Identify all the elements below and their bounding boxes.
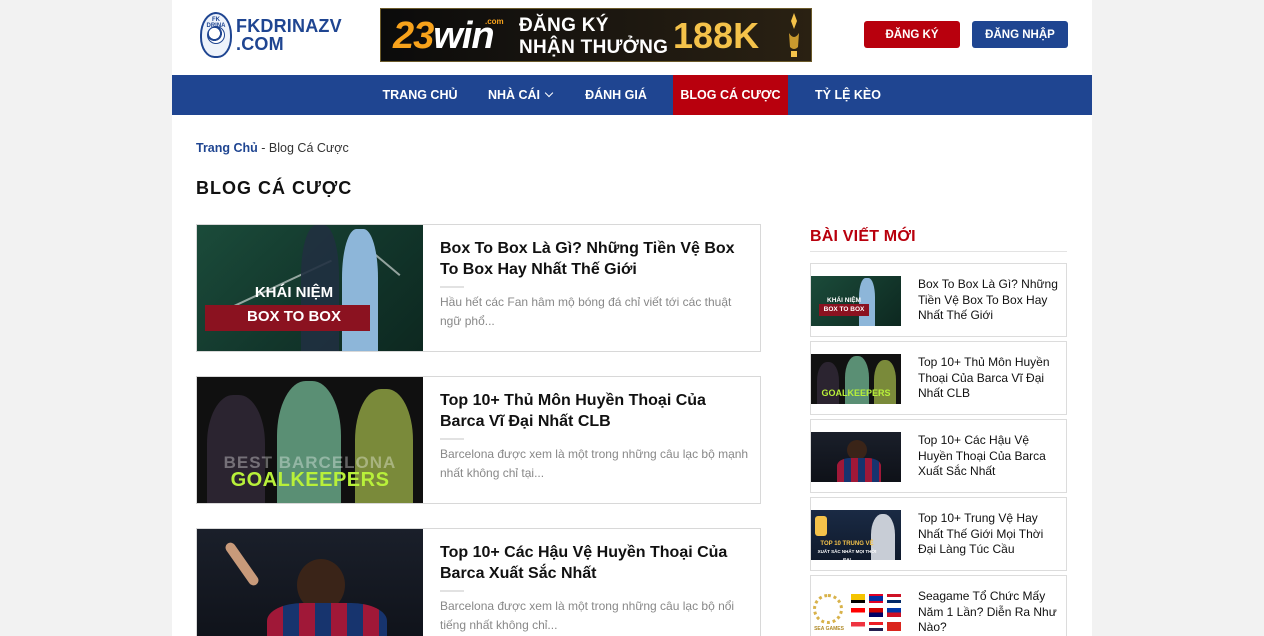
thumb-text: TOP 10 TRUNG VỆ XUẤT SẮC NHẤT MỌI THỜI Đ…	[817, 540, 877, 560]
thumb-text-line-1: KHÁI NIỆM	[827, 297, 861, 304]
trophy-icon	[815, 516, 827, 536]
player-jersey	[837, 458, 881, 482]
nav-item-bookmakers[interactable]: NHÀ CÁI	[478, 75, 562, 115]
breadcrumb-home-link[interactable]: Trang Chủ	[196, 141, 258, 155]
thumb-text-line-1: SEA GAMES	[814, 626, 844, 632]
flag-icon	[851, 608, 865, 617]
thumb-text-line-2: XUẤT SẮC NHẤT MỌI THỜI ĐẠI	[817, 549, 877, 560]
banner-line-1: ĐĂNG KÝ	[519, 15, 609, 36]
nav-item-odds[interactable]: TỶ LỆ KÈO	[804, 75, 892, 115]
page-container: FK DRINA FKDRINAZV .COM 23win .com ĐĂNG …	[172, 0, 1092, 636]
thumb-text-line-1: KHÁI NIỆM	[254, 284, 334, 301]
nav-item-label: ĐÁNH GIÁ	[585, 88, 647, 102]
thumb-text: KHÁI NIỆM BOX TO BOX	[819, 296, 869, 314]
flag-icon	[869, 622, 883, 631]
logo-line-2: .COM	[236, 34, 284, 54]
trophy-icon	[789, 13, 799, 57]
article-title[interactable]: Box To Box Là Gì? Những Tiền Vệ Box To B…	[440, 238, 745, 280]
sidebar-post-thumbnail: SEA GAMES	[811, 588, 901, 636]
register-button[interactable]: ĐĂNG KÝ	[864, 21, 960, 48]
breadcrumb: Trang Chủ - Blog Cá Cược	[196, 141, 349, 155]
banner-line-2: NHẬN THƯỞNG	[519, 37, 669, 58]
thumb-text-line-2: GOALKEEPERS	[230, 469, 390, 491]
logo-line-1: FKDRINAZV	[236, 16, 342, 36]
sidebar-post[interactable]: KHÁI NIỆM BOX TO BOX Box To Box Là Gì? N…	[810, 263, 1067, 337]
sidebar-post-thumbnail: KHÁI NIỆM BOX TO BOX	[811, 276, 901, 326]
flag-icon	[887, 608, 901, 617]
sidebar-post-title: Seagame Tổ Chức Mấy Năm 1 Lần? Diễn Ra N…	[918, 589, 1057, 634]
breadcrumb-current: Blog Cá Cược	[268, 141, 349, 155]
article-title[interactable]: Top 10+ Thủ Môn Huyền Thoại Của Barca Vĩ…	[440, 390, 745, 432]
flag-icon	[887, 622, 901, 631]
nav-item-reviews[interactable]: ĐÁNH GIÁ	[576, 75, 656, 115]
flag-icon	[851, 622, 865, 631]
player-jersey	[267, 603, 387, 636]
sidebar-post-thumbnail: TOP 10 TRUNG VỆ XUẤT SẮC NHẤT MỌI THỜI Đ…	[811, 510, 901, 560]
sidebar-post-title: Box To Box Là Gì? Những Tiền Vệ Box To B…	[918, 277, 1058, 322]
title-divider	[440, 438, 464, 440]
article-thumbnail[interactable]: KHÁI NIỆM BOX TO BOX	[197, 225, 423, 351]
logo-badge-icon: FK DRINA	[200, 12, 232, 58]
sidebar-post-title: Top 10+ Thủ Môn Huyền Thoại Của Barca Vĩ…	[918, 355, 1050, 400]
article-excerpt: Barcelona được xem là một trong những câ…	[440, 447, 749, 480]
title-divider	[440, 590, 464, 592]
sidebar-post-thumbnail: GOALKEEPERS	[811, 354, 901, 404]
article-card: BEST BARCELONA GOALKEEPERS Top 10+ Thủ M…	[196, 376, 761, 504]
article-thumbnail[interactable]	[197, 529, 423, 636]
sidebar-post[interactable]: SEA GAMES Seagame Tổ Chức Mấy Năm 1 Lần?…	[810, 575, 1067, 636]
player-head	[847, 440, 867, 460]
sidebar-post-title: Top 10+ Trung Vệ Hay Nhất Thế Giới Mọi T…	[918, 511, 1044, 556]
thumb-text-line-1: TOP 10 TRUNG VỆ	[820, 541, 874, 547]
article-card: KHÁI NIỆM BOX TO BOX Box To Box Là Gì? N…	[196, 224, 761, 352]
sidebar-post-title: Top 10+ Các Hậu Vệ Huyền Thoại Của Barca…	[918, 433, 1046, 478]
article-title[interactable]: Top 10+ Các Hậu Vệ Huyền Thoại Của Barca…	[440, 542, 745, 584]
logo-badge-text: FK DRINA	[206, 17, 226, 29]
login-button[interactable]: ĐĂNG NHẬP	[972, 21, 1068, 48]
banner-brand-num: 23	[393, 15, 434, 57]
flag-icon	[869, 608, 883, 617]
logo-text: FKDRINAZV .COM	[236, 17, 342, 53]
title-divider	[440, 286, 464, 288]
sea-games-logo-icon	[813, 594, 843, 624]
nav-item-label: TRANG CHỦ	[382, 88, 458, 102]
sidebar-divider	[810, 251, 1067, 252]
thumb-text-line-1: GOALKEEPERS	[821, 388, 891, 398]
site-header: FK DRINA FKDRINAZV .COM 23win .com ĐĂNG …	[172, 0, 1092, 75]
nav-item-home[interactable]: TRANG CHỦ	[376, 75, 464, 115]
nav-item-label: BLOG CÁ CƯỢC	[680, 88, 781, 102]
flag-icon	[869, 594, 883, 603]
article-excerpt: Hầu hết các Fan hâm mộ bóng đá chỉ viết …	[440, 295, 732, 328]
main-nav: TRANG CHỦ NHÀ CÁI ĐÁNH GIÁ BLOG CÁ CƯỢC …	[172, 75, 1092, 115]
raised-arm	[223, 540, 261, 588]
banner-brand-suffix: .com	[485, 17, 504, 26]
flag-icon	[851, 594, 865, 603]
banner-amount: 188K	[673, 15, 760, 56]
sidebar-post[interactable]: GOALKEEPERS Top 10+ Thủ Môn Huyền Thoại …	[810, 341, 1067, 415]
breadcrumb-separator: -	[257, 141, 269, 155]
nav-item-label: NHÀ CÁI	[487, 88, 541, 102]
article-card: Top 10+ Các Hậu Vệ Huyền Thoại Của Barca…	[196, 528, 761, 636]
page-title: BLOG CÁ CƯỢC	[196, 178, 353, 198]
banner-brand: 23win	[393, 15, 495, 57]
article-thumb-title: KHÁI NIỆM BOX TO BOX	[219, 281, 369, 329]
promo-banner[interactable]: 23win .com ĐĂNG KÝ NHẬN THƯỞNG 188K	[380, 8, 812, 62]
article-excerpt: Barcelona được xem là một trong những câ…	[440, 599, 735, 632]
flag-icon	[887, 594, 901, 603]
thumb-text-line-2: BOX TO BOX	[247, 308, 341, 325]
nav-item-blog[interactable]: BLOG CÁ CƯỢC	[673, 75, 788, 115]
site-logo[interactable]: FK DRINA FKDRINAZV .COM	[200, 12, 342, 58]
article-thumbnail[interactable]: BEST BARCELONA GOALKEEPERS	[197, 377, 423, 503]
thumb-text-line-2: BOX TO BOX	[823, 306, 865, 313]
sidebar-post-thumbnail	[811, 432, 901, 482]
nav-item-label: TỶ LỆ KÈO	[815, 88, 881, 102]
sidebar-post[interactable]: Top 10+ Các Hậu Vệ Huyền Thoại Của Barca…	[810, 419, 1067, 493]
sidebar-title: BÀI VIẾT MỚI	[810, 228, 916, 245]
chevron-down-icon	[544, 88, 554, 98]
sidebar-post[interactable]: TOP 10 TRUNG VỆ XUẤT SẮC NHẤT MỌI THỜI Đ…	[810, 497, 1067, 571]
